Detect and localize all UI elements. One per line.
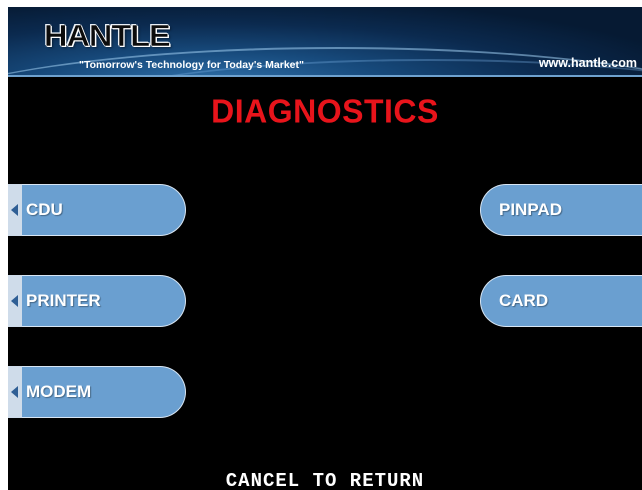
button-label: MODEM (26, 382, 92, 401)
modem-button[interactable]: MODEM (8, 366, 186, 418)
page-title: DIAGNOSTICS (211, 92, 439, 130)
cdu-button[interactable]: CDU (8, 184, 186, 236)
button-tab (8, 366, 22, 418)
cancel-instruction: CANCEL TO RETURN (225, 470, 425, 490)
arrow-left-icon (11, 295, 18, 307)
button-tab (8, 275, 22, 327)
header-divider (8, 75, 642, 77)
arrow-left-icon (11, 386, 18, 398)
atm-screen: HANTLE "Tomorrow's Technology for Today'… (8, 7, 642, 490)
header-banner: HANTLE "Tomorrow's Technology for Today'… (8, 7, 642, 75)
button-label: PRINTER (26, 291, 101, 310)
button-label: CARD (499, 291, 549, 310)
button-label: CDU (26, 200, 63, 219)
hantle-logo: HANTLE (44, 18, 171, 54)
pinpad-button[interactable]: PINPAD (480, 184, 642, 236)
button-label: PINPAD (499, 200, 562, 219)
tagline: "Tomorrow's Technology for Today's Marke… (79, 59, 304, 71)
card-button[interactable]: CARD (480, 275, 642, 327)
printer-button[interactable]: PRINTER (8, 275, 186, 327)
arrow-left-icon (11, 204, 18, 216)
button-tab (8, 184, 22, 236)
website-url: www.hantle.com (538, 56, 637, 70)
